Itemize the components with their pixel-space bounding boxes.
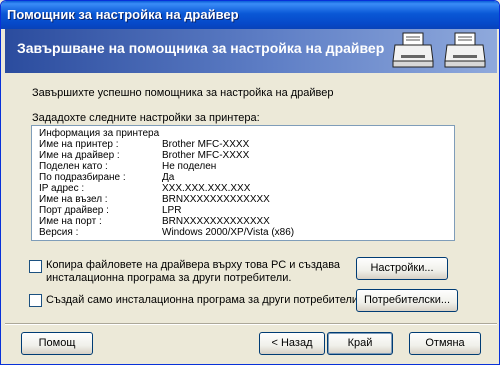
footer-separator: [5, 323, 497, 325]
window-title: Помощник за настройка на драйвер: [7, 7, 239, 22]
copy-files-checkbox[interactable]: [29, 260, 42, 273]
back-button-label: < Назад: [271, 337, 313, 349]
custom-button-label: Потребителски...: [363, 294, 451, 306]
cancel-button-label: Отмяна: [425, 337, 465, 349]
settings-button-label: Настройки...: [370, 262, 434, 274]
cancel-button[interactable]: Отмяна: [409, 332, 481, 355]
wizard-window: Помощник за настройка на драйвер Завършв…: [0, 0, 500, 365]
finish-button[interactable]: Край: [327, 332, 393, 355]
settings-button[interactable]: Настройки...: [356, 257, 448, 280]
copy-files-label-line2[interactable]: инсталационна програма за други потребит…: [46, 272, 291, 285]
custom-button[interactable]: Потребителски...: [356, 289, 458, 312]
create-installer-label[interactable]: Създай само инсталационна програма за др…: [46, 294, 361, 307]
finish-button-label: Край: [347, 337, 373, 349]
wizard-header: Завършване на помощника за настройка на …: [5, 29, 497, 73]
success-text: Завършихте успешно помощника за настройк…: [32, 87, 334, 99]
copy-files-label-line1[interactable]: Копира файловете на драйвера върху това …: [46, 259, 340, 272]
settings-list[interactable]: Информация за принтера Име на принтер : …: [31, 125, 455, 241]
help-button-label: Помощ: [38, 337, 76, 349]
create-installer-checkbox[interactable]: [29, 294, 42, 307]
settings-heading: Зададохте следните настройки за принтера…: [32, 112, 260, 124]
printer-icon: [392, 32, 434, 68]
help-button[interactable]: Помощ: [21, 332, 93, 355]
printer-icon: [444, 32, 486, 68]
back-button[interactable]: < Назад: [259, 332, 325, 355]
header-title: Завършване на помощника за настройка на …: [17, 40, 385, 56]
title-bar[interactable]: Помощник за настройка на драйвер: [1, 1, 499, 29]
